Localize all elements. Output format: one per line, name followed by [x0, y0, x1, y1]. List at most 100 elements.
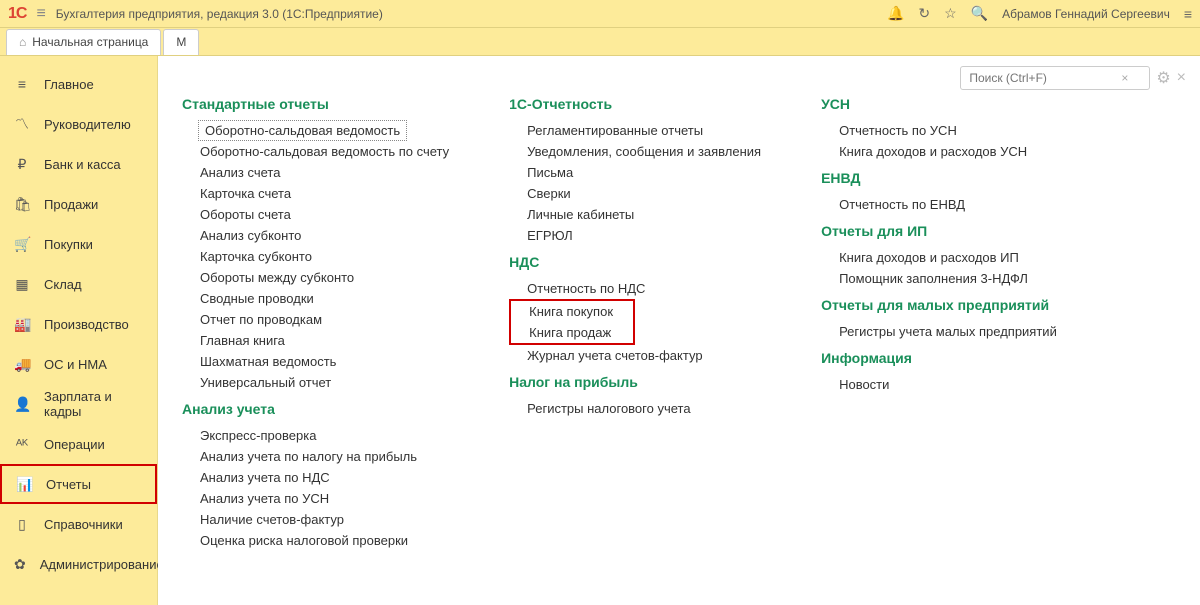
- link-profit-tax-analysis[interactable]: Анализ учета по налогу на прибыль: [182, 446, 449, 467]
- link-vat-reporting[interactable]: Отчетность по НДС: [509, 278, 761, 299]
- link-3ndfl-helper[interactable]: Помощник заполнения 3-НДФЛ: [821, 268, 1057, 289]
- link-tax-registers[interactable]: Регистры налогового учета: [509, 398, 761, 419]
- link-express-check[interactable]: Экспресс-проверка: [182, 425, 449, 446]
- link-usn-analysis[interactable]: Анализ учета по УСН: [182, 488, 449, 509]
- sidebar-item-main[interactable]: ≡Главное: [0, 64, 157, 104]
- sidebar-item-operations[interactable]: ᴬᴷОперации: [0, 424, 157, 464]
- sidebar-item-label: Продажи: [44, 197, 98, 212]
- menu-icon[interactable]: ≡: [36, 5, 45, 23]
- group-usn[interactable]: УСН: [821, 96, 1057, 112]
- sidebar-item-reference[interactable]: ▯Справочники: [0, 504, 157, 544]
- tab-other[interactable]: М: [163, 29, 199, 55]
- main-panel: × ⚙ × Стандартные отчеты Оборотно-сальдо…: [158, 56, 1200, 605]
- factory-icon: 🏭: [14, 316, 30, 333]
- link-account-analysis[interactable]: Анализ счета: [182, 162, 449, 183]
- highlight-vat-books: Книга покупок Книга продаж: [509, 299, 635, 345]
- link-universal-report[interactable]: Универсальный отчет: [182, 372, 449, 393]
- link-tax-audit-risk[interactable]: Оценка риска налоговой проверки: [182, 530, 449, 551]
- link-subconto-analysis[interactable]: Анализ субконто: [182, 225, 449, 246]
- sidebar-item-label: Отчеты: [46, 477, 91, 492]
- group-standard-reports[interactable]: Стандартные отчеты: [182, 96, 449, 112]
- link-entries-report[interactable]: Отчет по проводкам: [182, 309, 449, 330]
- link-general-ledger[interactable]: Главная книга: [182, 330, 449, 351]
- link-notifications[interactable]: Уведомления, сообщения и заявления: [509, 141, 761, 162]
- grid-icon: ▦: [14, 276, 30, 293]
- logo-1c: 1С: [8, 5, 26, 23]
- user-name[interactable]: Абрамов Геннадий Сергеевич: [1002, 7, 1170, 21]
- link-usn-book[interactable]: Книга доходов и расходов УСН: [821, 141, 1057, 162]
- page-tabs: ⌂ Начальная страница М: [0, 28, 1200, 56]
- group-envd[interactable]: ЕНВД: [821, 170, 1057, 186]
- sidebar-item-payroll[interactable]: 👤 Зарплата и кадры: [0, 384, 157, 424]
- link-sales-book[interactable]: Книга продаж: [513, 322, 631, 343]
- star-icon[interactable]: ☆: [944, 5, 957, 22]
- link-ip-book[interactable]: Книга доходов и расходов ИП: [821, 247, 1057, 268]
- link-personal-accounts[interactable]: Личные кабинеты: [509, 204, 761, 225]
- link-purchase-book[interactable]: Книга покупок: [513, 301, 631, 322]
- link-osv-account[interactable]: Оборотно-сальдовая ведомость по счету: [182, 141, 449, 162]
- group-accounting-analysis[interactable]: Анализ учета: [182, 401, 449, 417]
- link-osv[interactable]: Оборотно-сальдовая ведомость: [198, 120, 407, 141]
- sidebar-item-admin[interactable]: ✿Администрирование: [0, 544, 157, 584]
- search-icon[interactable]: 🔍: [971, 5, 988, 22]
- ruble-icon: ₽: [14, 156, 30, 173]
- group-information[interactable]: Информация: [821, 350, 1057, 366]
- link-summary-entries[interactable]: Сводные проводки: [182, 288, 449, 309]
- tab-home[interactable]: ⌂ Начальная страница: [6, 29, 161, 55]
- link-envd-reporting[interactable]: Отчетность по ЕНВД: [821, 194, 1057, 215]
- sidebar-item-reports[interactable]: 📊Отчеты: [0, 464, 157, 504]
- search-input[interactable]: [967, 70, 1117, 86]
- sidebar-item-label: Производство: [44, 317, 129, 332]
- close-icon[interactable]: ×: [1177, 69, 1186, 87]
- group-1c-reporting[interactable]: 1С-Отчетность: [509, 96, 761, 112]
- tab-other-label: М: [176, 35, 186, 49]
- link-usn-reporting[interactable]: Отчетность по УСН: [821, 120, 1057, 141]
- link-reconciliations[interactable]: Сверки: [509, 183, 761, 204]
- clear-icon[interactable]: ×: [1117, 71, 1128, 85]
- settings-icon[interactable]: ≡: [1184, 6, 1192, 22]
- sidebar-item-purchases[interactable]: 🛒Покупки: [0, 224, 157, 264]
- sidebar: ≡Главное 〽Руководителю ₽ Банк и касса 🛍Пр…: [0, 56, 158, 605]
- history-icon[interactable]: ↻: [918, 5, 930, 22]
- report-columns: Стандартные отчеты Оборотно-сальдовая ве…: [182, 88, 1176, 551]
- search-box[interactable]: ×: [960, 66, 1150, 90]
- group-small-business[interactable]: Отчеты для малых предприятий: [821, 297, 1057, 313]
- person-icon: 👤: [14, 396, 30, 413]
- link-account-turnover[interactable]: Обороты счета: [182, 204, 449, 225]
- group-profit-tax[interactable]: Налог на прибыль: [509, 374, 761, 390]
- link-chess-sheet[interactable]: Шахматная ведомость: [182, 351, 449, 372]
- link-subconto-turnover[interactable]: Обороты между субконто: [182, 267, 449, 288]
- sidebar-item-label: Администрирование: [40, 557, 164, 572]
- tab-home-label: Начальная страница: [32, 35, 148, 49]
- link-vat-analysis[interactable]: Анализ учета по НДС: [182, 467, 449, 488]
- sidebar-item-label: Справочники: [44, 517, 123, 532]
- sidebar-item-bank[interactable]: ₽ Банк и касса: [0, 144, 157, 184]
- sidebar-item-sales[interactable]: 🛍Продажи: [0, 184, 157, 224]
- link-letters[interactable]: Письма: [509, 162, 761, 183]
- link-news[interactable]: Новости: [821, 374, 1057, 395]
- sidebar-item-label: Банк и касса: [44, 157, 121, 172]
- main-toolbar: × ⚙ ×: [960, 66, 1186, 90]
- bell-icon[interactable]: 🔔: [887, 5, 904, 22]
- list-icon: ≡: [14, 76, 30, 92]
- link-invoice-journal[interactable]: Журнал учета счетов-фактур: [509, 345, 761, 366]
- group-ip-reports[interactable]: Отчеты для ИП: [821, 223, 1057, 239]
- sidebar-item-production[interactable]: 🏭 Производство: [0, 304, 157, 344]
- group-vat[interactable]: НДС: [509, 254, 761, 270]
- body: ≡Главное 〽Руководителю ₽ Банк и касса 🛍Пр…: [0, 56, 1200, 605]
- home-icon: ⌂: [19, 35, 26, 49]
- sidebar-item-label: Зарплата и кадры: [44, 389, 143, 419]
- link-egrul[interactable]: ЕГРЮЛ: [509, 225, 761, 246]
- sidebar-item-manager[interactable]: 〽Руководителю: [0, 104, 157, 144]
- link-account-card[interactable]: Карточка счета: [182, 183, 449, 204]
- settings-gear-icon[interactable]: ⚙: [1156, 68, 1170, 88]
- link-subconto-card[interactable]: Карточка субконто: [182, 246, 449, 267]
- link-regulated-reports[interactable]: Регламентированные отчеты: [509, 120, 761, 141]
- sidebar-item-assets[interactable]: 🚚ОС и НМА: [0, 344, 157, 384]
- link-invoice-presence[interactable]: Наличие счетов-фактур: [182, 509, 449, 530]
- sidebar-item-stock[interactable]: ▦ Склад: [0, 264, 157, 304]
- sidebar-item-label: Склад: [44, 277, 82, 292]
- gear-icon: ✿: [14, 556, 26, 573]
- sidebar-item-label: Покупки: [44, 237, 93, 252]
- link-small-business-registers[interactable]: Регистры учета малых предприятий: [821, 321, 1057, 342]
